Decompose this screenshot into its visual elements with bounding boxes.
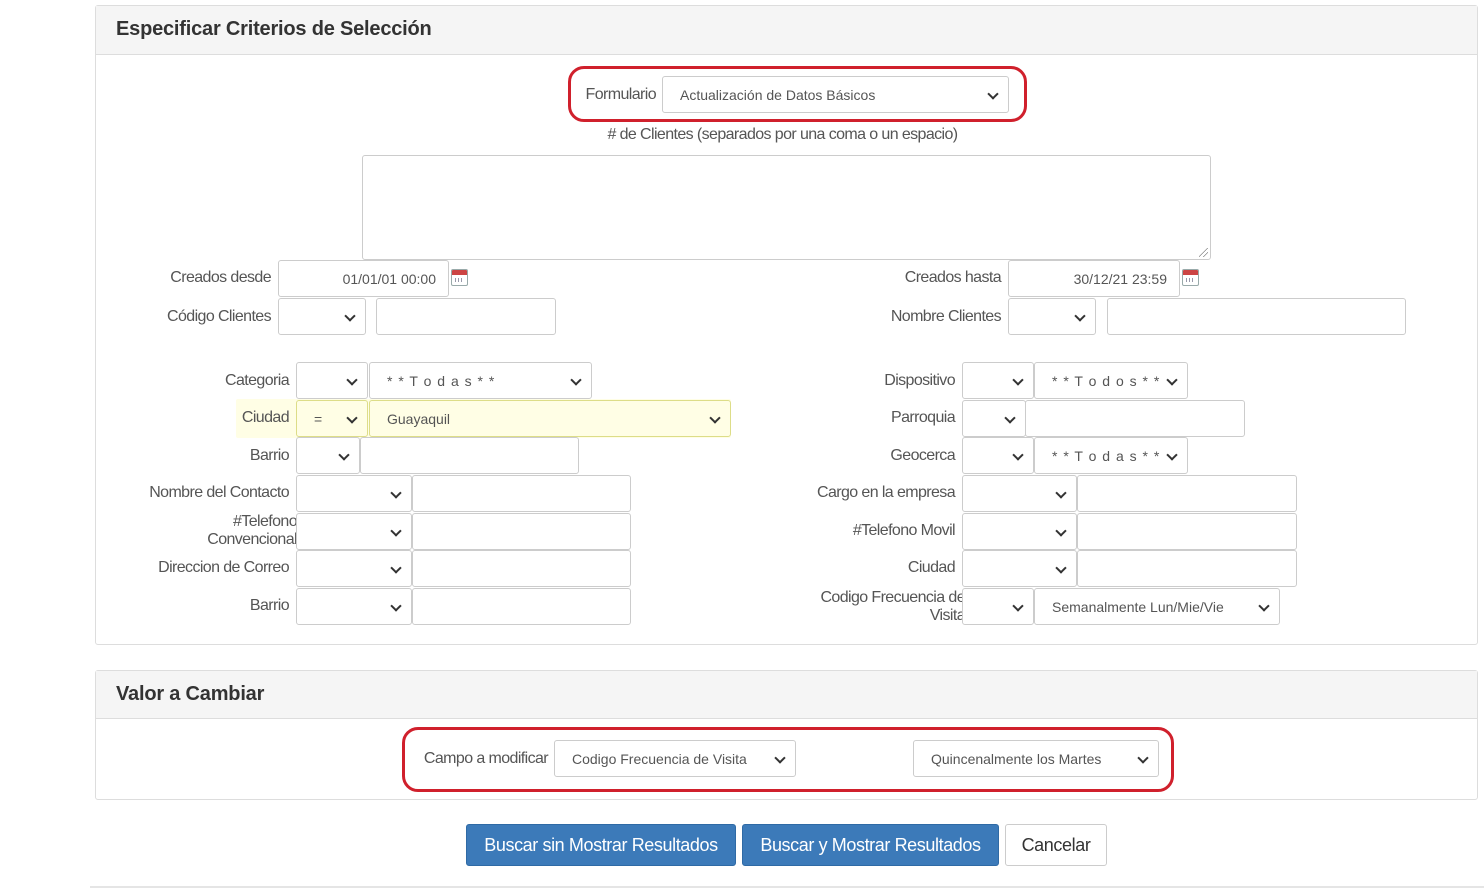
codigo-clientes-operator[interactable] (278, 298, 366, 335)
ciudad-operator[interactable]: = (296, 400, 368, 437)
barrio2-operator[interactable] (296, 588, 412, 625)
ciudad-right-label: Ciudad (907, 559, 956, 576)
campo-modificar-select[interactable]: Codigo Frecuencia de Visita (554, 740, 796, 777)
geocerca-operator[interactable] (962, 437, 1034, 474)
buscar-y-mostrar-button[interactable]: Buscar y Mostrar Resultados (742, 824, 999, 866)
dispositivo-operator[interactable] (962, 362, 1034, 399)
telefono-movil-operator[interactable] (962, 513, 1077, 550)
ciudad-label: Ciudad (241, 409, 290, 426)
direccion-correo-operator[interactable] (296, 550, 412, 587)
dispositivo-select[interactable]: * * T o d o s * * (1034, 362, 1188, 399)
telefono-convencional-label: #Telefono Convencional (207, 513, 297, 548)
frecuencia-select[interactable]: Semanalmente Lun/Mie/Vie (1034, 588, 1280, 625)
geocerca-select[interactable]: * * T o d a s * * (1034, 437, 1188, 474)
ciudad-right-operator[interactable] (962, 550, 1077, 587)
clientes-textarea[interactable] (362, 155, 1211, 260)
creados-hasta-input[interactable]: 30/12/21 23:59 (1008, 260, 1180, 297)
codigo-clientes-label: Código Clientes (167, 308, 272, 325)
nombre-contacto-label: Nombre del Contacto (149, 484, 289, 501)
cancelar-button[interactable]: Cancelar (1005, 824, 1107, 866)
nombre-clientes-operator[interactable] (1008, 298, 1096, 335)
formulario-label: Formulario (585, 86, 657, 103)
dispositivo-label: Dispositivo (884, 372, 955, 389)
barrio2-input[interactable] (412, 588, 631, 625)
bottom-divider (90, 886, 1484, 888)
categoria-operator[interactable] (296, 362, 368, 399)
barrio2-label: Barrio (249, 597, 290, 614)
categoria-select[interactable]: * * T o d a s * * (369, 362, 592, 399)
parroquia-operator[interactable] (962, 400, 1026, 437)
valor-cambiar-header (96, 671, 1477, 719)
panel-title: Valor a Cambiar (116, 683, 265, 705)
telefono-movil-label: #Telefono Movil (852, 522, 956, 539)
nombre-contacto-operator[interactable] (296, 475, 412, 512)
parroquia-label: Parroquia (891, 409, 956, 426)
ciudad-right-input[interactable] (1077, 550, 1297, 587)
panel-title: Especificar Criterios de Selección (116, 18, 432, 40)
creados-desde-label: Creados desde (170, 269, 271, 286)
barrio-input[interactable] (360, 437, 579, 474)
geocerca-label: Geocerca (890, 447, 955, 464)
buscar-sin-mostrar-button[interactable]: Buscar sin Mostrar Resultados (466, 824, 736, 866)
codigo-clientes-input[interactable] (376, 298, 556, 335)
campo-modificar-label: Campo a modificar (423, 750, 549, 767)
clientes-label: # de Clientes (separados por una coma o … (607, 126, 958, 143)
ciudad-select[interactable]: Guayaquil (369, 400, 731, 437)
telefono-convencional-operator[interactable] (296, 513, 412, 550)
nuevo-valor-select[interactable]: Quincenalmente los Martes (913, 740, 1159, 777)
frecuencia-label: Codigo Frecuencia de Visita (820, 589, 965, 624)
creados-desde-input[interactable]: 01/01/01 00:00 (278, 260, 449, 297)
cargo-input[interactable] (1077, 475, 1297, 512)
resize-grip-icon[interactable] (1199, 248, 1208, 257)
calendar-icon[interactable] (1182, 269, 1199, 286)
nombre-clientes-input[interactable] (1107, 298, 1406, 335)
parroquia-input[interactable] (1025, 400, 1245, 437)
nombre-clientes-label: Nombre Clientes (890, 308, 1002, 325)
calendar-icon[interactable] (451, 269, 468, 286)
cargo-label: Cargo en la empresa (816, 484, 956, 501)
categoria-label: Categoria (225, 372, 290, 389)
frecuencia-operator[interactable] (962, 588, 1034, 625)
direccion-correo-label: Direccion de Correo (158, 559, 289, 576)
formulario-select[interactable]: Actualización de Datos Básicos (662, 76, 1009, 113)
creados-hasta-label: Creados hasta (904, 269, 1002, 286)
cargo-operator[interactable] (962, 475, 1077, 512)
telefono-convencional-input[interactable] (412, 513, 631, 550)
telefono-movil-input[interactable] (1077, 513, 1297, 550)
direccion-correo-input[interactable] (412, 550, 631, 587)
nombre-contacto-input[interactable] (412, 475, 631, 512)
barrio-operator[interactable] (296, 437, 360, 474)
barrio-label: Barrio (249, 447, 290, 464)
